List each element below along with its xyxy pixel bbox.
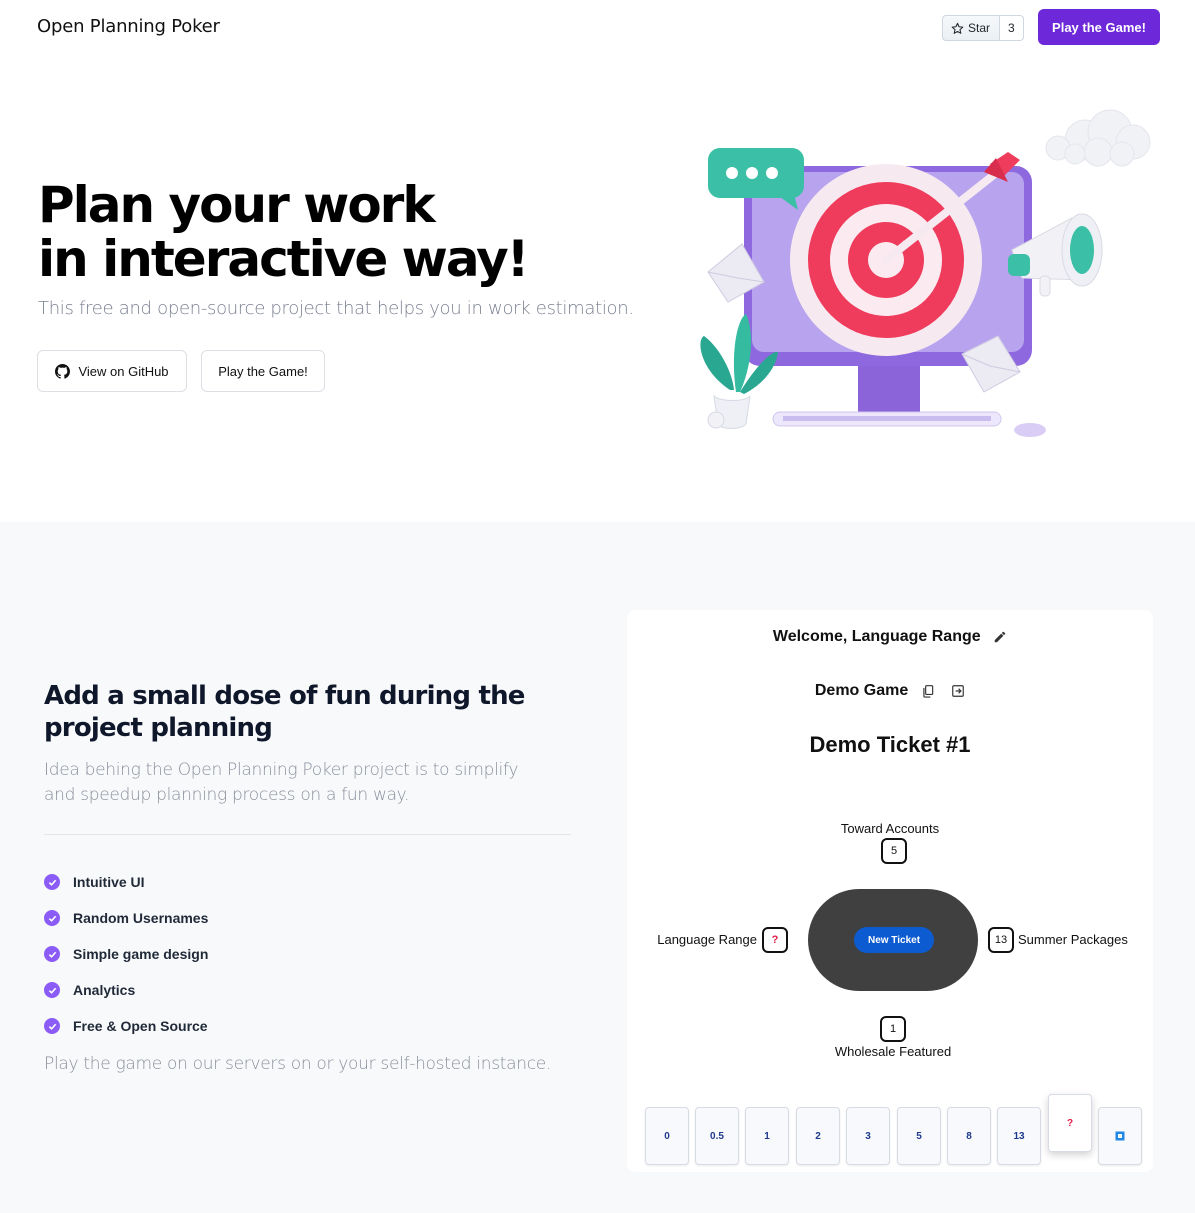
features-list: Intuitive UI Random Usernames Simple gam… — [44, 864, 208, 1044]
hero-title-line2: in interactive way! — [38, 230, 529, 288]
check-circle-icon — [44, 874, 60, 890]
player-name-top: Toward Accounts — [840, 821, 940, 836]
edit-pencil-icon[interactable] — [993, 630, 1007, 644]
site-header: Open Planning Poker Star 3 Play the Game… — [0, 0, 1195, 56]
features-section: Add a small dose of fun during the proje… — [0, 522, 1195, 1213]
view-on-github-button[interactable]: View on GitHub — [37, 350, 187, 392]
poker-table: New Ticket — [808, 889, 978, 991]
hero-subtitle: This free and open-source project that h… — [38, 298, 634, 319]
exit-icon[interactable] — [951, 684, 965, 698]
github-button-label: View on GitHub — [78, 363, 169, 379]
deck-card[interactable]: 5 — [897, 1107, 941, 1165]
feature-label: Analytics — [73, 982, 136, 998]
deck-card-selected[interactable]: ? — [1048, 1094, 1092, 1152]
star-count[interactable]: 3 — [1000, 15, 1024, 41]
features-footer: Play the game on our servers on or your … — [44, 1054, 552, 1074]
play-game-button-hero[interactable]: Play the Game! — [201, 350, 325, 392]
welcome-line: Welcome, Language Range — [627, 628, 1153, 646]
divider — [44, 834, 571, 835]
github-star-button[interactable]: Star — [942, 15, 1001, 41]
star-label: Star — [968, 21, 991, 35]
cloud-icon — [1045, 109, 1151, 167]
game-name: Demo Game — [814, 682, 909, 699]
play-game-button-header[interactable]: Play the Game! — [1038, 9, 1160, 45]
feature-item: Simple game design — [44, 936, 208, 972]
hero-title-line1: Plan your work — [38, 176, 436, 234]
deck-card[interactable]: 0 — [645, 1107, 689, 1165]
github-star-widget[interactable]: Star 3 — [942, 15, 1024, 41]
deck-card[interactable]: 13 — [997, 1107, 1041, 1165]
features-description: Idea behing the Open Planning Poker proj… — [44, 760, 519, 805]
feature-item: Free & Open Source — [44, 1008, 208, 1044]
player-vote-right: 13 — [988, 927, 1014, 953]
ticket-title: Demo Ticket #1 — [809, 732, 971, 757]
feature-label: Simple game design — [73, 946, 209, 962]
welcome-text: Welcome, Language Range — [772, 628, 981, 645]
player-vote-top: 5 — [881, 838, 907, 864]
player-name-right: Summer Packages — [1018, 932, 1128, 947]
features-title: Add a small dose of fun during the proje… — [44, 681, 525, 743]
feature-label: Intuitive UI — [73, 874, 145, 890]
github-icon — [55, 363, 71, 379]
deck-card[interactable]: 0.5 — [695, 1107, 739, 1165]
feature-label: Random Usernames — [73, 910, 209, 926]
deck-card-coffee[interactable] — [1098, 1107, 1142, 1165]
game-name-line: Demo Game — [627, 682, 1153, 700]
feature-item: Intuitive UI — [44, 864, 208, 900]
feature-item: Random Usernames — [44, 900, 208, 936]
check-circle-icon — [44, 910, 60, 926]
player-name-bottom: Wholesale Featured — [834, 1044, 952, 1059]
check-circle-icon — [44, 946, 60, 962]
brand-name[interactable]: Open Planning Poker — [37, 16, 220, 37]
feature-item: Analytics — [44, 972, 208, 1008]
player-vote-left: ? — [762, 927, 788, 953]
player-name-left: Language Range — [657, 932, 757, 947]
check-circle-icon — [44, 982, 60, 998]
deck-card[interactable]: 2 — [796, 1107, 840, 1165]
coffee-icon — [1115, 1131, 1125, 1141]
check-circle-icon — [44, 1018, 60, 1034]
deck-card[interactable]: 3 — [846, 1107, 890, 1165]
feature-label: Free & Open Source — [73, 1018, 208, 1034]
star-icon — [951, 22, 964, 34]
player-vote-bottom: 1 — [880, 1016, 906, 1042]
demo-game-card: Welcome, Language Range Demo Game Demo T… — [627, 610, 1153, 1172]
copy-icon[interactable] — [921, 684, 935, 699]
hero-illustration — [700, 109, 1151, 437]
hero-title: Plan your work in interactive way! — [38, 176, 529, 288]
deck-card[interactable]: 1 — [745, 1107, 789, 1165]
deck-card[interactable]: 8 — [947, 1107, 991, 1165]
new-ticket-button[interactable]: New Ticket — [854, 927, 934, 953]
